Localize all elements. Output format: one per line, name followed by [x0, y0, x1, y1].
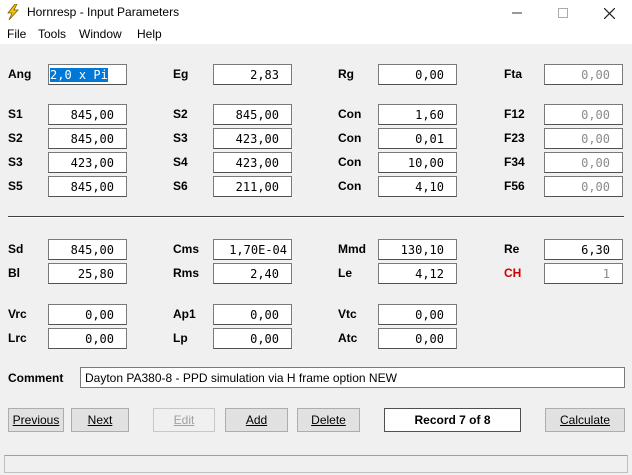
con-field[interactable]: 0,01 [378, 128, 457, 149]
s2-label: S2 [8, 131, 23, 145]
vrc-field[interactable]: 0,00 [48, 304, 127, 325]
s2-field[interactable]: 845,00 [213, 104, 292, 125]
mmd-field[interactable]: 130,10 [378, 239, 457, 260]
sd-label: Sd [8, 242, 24, 256]
f12-label: F12 [504, 107, 525, 121]
ch-field[interactable]: 1 [544, 263, 623, 284]
menu-file[interactable]: File [7, 27, 26, 41]
title-bar: Hornresp - Input Parameters [0, 0, 632, 26]
f23-label: F23 [504, 131, 525, 145]
rg-field[interactable]: 0,00 [378, 64, 457, 85]
status-bar [4, 455, 628, 473]
cms-field[interactable]: 1,70E-04 [213, 239, 292, 260]
con-label: Con [338, 155, 362, 169]
ap1-label: Ap1 [173, 307, 196, 321]
section-divider [8, 216, 624, 218]
rms-field[interactable]: 2,40 [213, 263, 292, 284]
con-label: Con [338, 179, 362, 193]
f56-label: F56 [504, 179, 525, 193]
s1-field[interactable]: 845,00 [48, 104, 127, 125]
delete-button[interactable]: Delete [297, 408, 360, 432]
s4-field[interactable]: 423,00 [213, 152, 292, 173]
re-field[interactable]: 6,30 [544, 239, 623, 260]
s2-field[interactable]: 845,00 [48, 128, 127, 149]
s3-label: S3 [173, 131, 188, 145]
f56-field[interactable]: 0,00 [544, 176, 623, 197]
menu-window[interactable]: Window [79, 27, 122, 41]
menu-help[interactable]: Help [137, 27, 162, 41]
calculate-button[interactable]: Calculate [545, 408, 625, 432]
record-indicator: Record 7 of 8 [384, 408, 521, 432]
s1-label: S1 [8, 107, 23, 121]
con-label: Con [338, 107, 362, 121]
comment-field[interactable]: Dayton PA380-8 - PPD simulation via H fr… [80, 367, 625, 388]
atc-field[interactable]: 0,00 [378, 328, 457, 349]
menu-tools[interactable]: Tools [38, 27, 66, 41]
lp-label: Lp [173, 331, 188, 345]
re-label: Re [504, 242, 520, 256]
bl-field[interactable]: 25,80 [48, 263, 127, 284]
con-field[interactable]: 10,00 [378, 152, 457, 173]
lrc-label: Lrc [8, 331, 27, 345]
close-icon [603, 7, 615, 19]
con-label: Con [338, 131, 362, 145]
eg-label: Eg [173, 67, 189, 81]
f23-field[interactable]: 0,00 [544, 128, 623, 149]
f12-field[interactable]: 0,00 [544, 104, 623, 125]
s4-label: S4 [173, 155, 188, 169]
con-field[interactable]: 4,10 [378, 176, 457, 197]
comment-label: Comment [8, 371, 64, 385]
close-button[interactable] [586, 0, 632, 26]
s5-label: S5 [8, 179, 23, 193]
f34-field[interactable]: 0,00 [544, 152, 623, 173]
rms-label: Rms [173, 266, 200, 280]
edit-button[interactable]: Edit [153, 408, 215, 432]
s2-label: S2 [173, 107, 188, 121]
maximize-button[interactable] [540, 0, 586, 26]
s3-field[interactable]: 423,00 [213, 128, 292, 149]
bl-label: Bl [8, 266, 20, 280]
s3-field[interactable]: 423,00 [48, 152, 127, 173]
rg-label: Rg [338, 67, 354, 81]
s3-label: S3 [8, 155, 23, 169]
ap1-field[interactable]: 0,00 [213, 304, 292, 325]
menu-bar: File Tools Window Help [0, 26, 632, 44]
add-button[interactable]: Add [225, 408, 288, 432]
fta-label: Fta [504, 67, 522, 81]
le-field[interactable]: 4,12 [378, 263, 457, 284]
vrc-label: Vrc [8, 307, 27, 321]
sd-field[interactable]: 845,00 [48, 239, 127, 260]
mmd-label: Mmd [338, 242, 366, 256]
s6-label: S6 [173, 179, 188, 193]
minimize-icon [512, 12, 522, 14]
lightning-icon [7, 4, 19, 20]
s5-field[interactable]: 845,00 [48, 176, 127, 197]
window-title: Hornresp - Input Parameters [27, 5, 180, 19]
fta-field[interactable]: 0,00 [544, 64, 623, 85]
lp-field[interactable]: 0,00 [213, 328, 292, 349]
con-field[interactable]: 1,60 [378, 104, 457, 125]
minimize-button[interactable] [494, 0, 540, 26]
next-button[interactable]: Next [71, 408, 129, 432]
previous-button[interactable]: Previous [8, 408, 64, 432]
f34-label: F34 [504, 155, 525, 169]
lrc-field[interactable]: 0,00 [48, 328, 127, 349]
ang-field[interactable]: 2,0 x Pi [48, 64, 127, 85]
ch-label: CH [504, 266, 522, 280]
ang-label: Ang [8, 67, 32, 81]
le-label: Le [338, 266, 353, 280]
s6-field[interactable]: 211,00 [213, 176, 292, 197]
atc-label: Atc [338, 331, 358, 345]
ang-value: 2,0 x Pi [50, 68, 108, 82]
vtc-field[interactable]: 0,00 [378, 304, 457, 325]
cms-label: Cms [173, 242, 200, 256]
vtc-label: Vtc [338, 307, 357, 321]
eg-field[interactable]: 2,83 [213, 64, 292, 85]
maximize-icon [558, 8, 568, 18]
